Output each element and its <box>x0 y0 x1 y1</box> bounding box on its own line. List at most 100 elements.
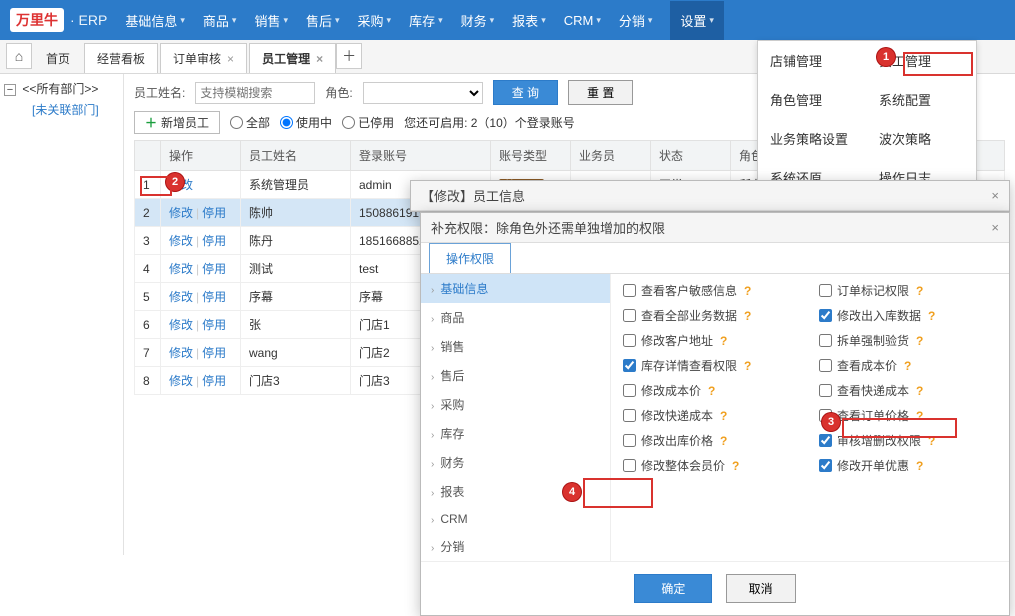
row-action[interactable]: 修改 <box>169 374 193 388</box>
tree-node[interactable]: ›销售 <box>421 332 610 361</box>
cancel-button[interactable]: 取消 <box>726 574 796 603</box>
radio-disabled[interactable]: 已停用 <box>342 114 394 131</box>
help-icon[interactable]: ? <box>916 459 923 473</box>
perm-checkbox[interactable]: 订单标记权限? <box>819 282 997 299</box>
perm-checkbox[interactable]: 修改开单优惠? <box>819 457 997 474</box>
help-icon[interactable]: ? <box>708 384 715 398</box>
select-role[interactable] <box>363 82 483 104</box>
add-tab-icon[interactable]: ＋ <box>336 43 362 69</box>
dd-shop-mgmt[interactable]: 店铺管理 <box>758 41 867 80</box>
nav-dist[interactable]: 分销▾ <box>619 11 653 30</box>
perm-checkbox[interactable]: 查看客户敏感信息? <box>623 282 801 299</box>
close-icon[interactable]: × <box>316 52 323 66</box>
dd-sys-config[interactable]: 系统配置 <box>867 80 976 119</box>
row-action[interactable]: 停用 <box>202 206 226 220</box>
row-action[interactable]: 停用 <box>202 346 226 360</box>
nav-purchase[interactable]: 采购▾ <box>358 11 392 30</box>
nav-stock[interactable]: 库存▾ <box>409 11 443 30</box>
help-icon[interactable]: ? <box>744 284 751 298</box>
perm-checkbox[interactable]: 查看全部业务数据? <box>623 307 801 324</box>
row-action[interactable]: 修改 <box>169 318 193 332</box>
reset-button[interactable]: 重 置 <box>568 80 633 105</box>
nav-basic[interactable]: 基础信息▾ <box>125 11 185 30</box>
close-icon[interactable]: × <box>991 220 999 235</box>
perm-checkbox[interactable]: 审核增删改权限? <box>819 432 997 449</box>
row-action[interactable]: 修改 <box>169 206 193 220</box>
perm-checkbox[interactable]: 修改客户地址? <box>623 332 801 349</box>
tab-op-perm[interactable]: 操作权限 <box>429 243 511 273</box>
tab-dashboard[interactable]: 经营看板 <box>84 43 158 73</box>
home-icon[interactable]: ⌂ <box>6 43 32 69</box>
perm-checkbox[interactable]: 修改出入库数据? <box>819 307 997 324</box>
help-icon[interactable]: ? <box>916 334 923 348</box>
row-action[interactable]: 停用 <box>202 318 226 332</box>
tree-node[interactable]: ›财务 <box>421 448 610 477</box>
add-staff-button[interactable]: ＋新增员工 <box>134 111 220 134</box>
tree-node[interactable]: ›采购 <box>421 390 610 419</box>
help-icon[interactable]: ? <box>928 434 935 448</box>
tree-node[interactable]: ›CRM <box>421 506 610 532</box>
chevron-right-icon: › <box>431 459 434 470</box>
radio-using[interactable]: 使用中 <box>280 114 332 131</box>
help-icon[interactable]: ? <box>732 459 739 473</box>
help-icon[interactable]: ? <box>744 359 751 373</box>
row-action[interactable]: 修改 <box>169 234 193 248</box>
perm-checkbox[interactable]: 查看订单价格? <box>819 407 997 424</box>
tree-node[interactable]: ›分销 <box>421 532 610 561</box>
tab-home[interactable]: 首页 <box>34 44 82 73</box>
perm-checkbox[interactable]: 修改整体会员价? <box>623 457 801 474</box>
tree-node[interactable]: ›基础信息 <box>421 274 610 303</box>
input-name[interactable] <box>195 82 315 104</box>
row-action[interactable]: 停用 <box>202 234 226 248</box>
remaining-label: 您还可启用: 2（10）个登录账号 <box>404 114 575 131</box>
nav-sales[interactable]: 销售▾ <box>254 11 288 30</box>
perm-checkbox[interactable]: 修改成本价? <box>623 382 801 399</box>
tree-node[interactable]: ›商品 <box>421 303 610 332</box>
row-action[interactable]: 停用 <box>202 290 226 304</box>
close-icon[interactable]: × <box>991 188 999 203</box>
perm-checkbox[interactable]: 修改快递成本? <box>623 407 801 424</box>
col-name: 员工姓名 <box>241 141 351 171</box>
dd-biz-policy[interactable]: 业务策略设置 <box>758 119 867 158</box>
perm-checkbox[interactable]: 查看快递成本? <box>819 382 997 399</box>
nav-report[interactable]: 报表▾ <box>512 11 546 30</box>
nav-crm[interactable]: CRM▾ <box>564 11 601 30</box>
help-icon[interactable]: ? <box>720 434 727 448</box>
tab-staff-mgmt[interactable]: 员工管理× <box>249 43 336 73</box>
perm-checkbox[interactable]: 查看成本价? <box>819 357 997 374</box>
row-action[interactable]: 停用 <box>202 374 226 388</box>
row-action[interactable]: 停用 <box>202 262 226 276</box>
dd-role-mgmt[interactable]: 角色管理 <box>758 80 867 119</box>
row-action[interactable]: 修改 <box>169 346 193 360</box>
perm-checkbox[interactable]: 拆单强制验货? <box>819 332 997 349</box>
help-icon[interactable]: ? <box>916 409 923 423</box>
nav-settings[interactable]: 设置▾ <box>670 1 724 40</box>
help-icon[interactable]: ? <box>916 284 923 298</box>
nav-finance[interactable]: 财务▾ <box>461 11 495 30</box>
side-unassigned[interactable]: [未关联部门] <box>4 101 119 118</box>
dialog-extra-perms: 补充权限：除角色外还需单独增加的权限 × 操作权限 ›基础信息›商品›销售›售后… <box>420 212 1010 616</box>
perm-checkbox[interactable]: 修改出库价格? <box>623 432 801 449</box>
row-action[interactable]: 修改 <box>169 290 193 304</box>
perm-checkbox[interactable]: 库存详情查看权限? <box>623 357 801 374</box>
side-all-depts[interactable]: <<所有部门>> <box>22 82 98 96</box>
help-icon[interactable]: ? <box>720 409 727 423</box>
tree-node[interactable]: ›库存 <box>421 419 610 448</box>
tree-node[interactable]: ›报表 <box>421 477 610 506</box>
help-icon[interactable]: ? <box>720 334 727 348</box>
dd-wave-policy[interactable]: 波次策略 <box>867 119 976 158</box>
help-icon[interactable]: ? <box>916 384 923 398</box>
query-button[interactable]: 查 询 <box>493 80 558 105</box>
nav-goods[interactable]: 商品▾ <box>203 11 237 30</box>
help-icon[interactable]: ? <box>928 309 935 323</box>
tab-order-audit[interactable]: 订单审核× <box>160 43 247 73</box>
tree-node[interactable]: ›售后 <box>421 361 610 390</box>
collapse-icon[interactable]: − <box>4 84 16 96</box>
help-icon[interactable]: ? <box>744 309 751 323</box>
help-icon[interactable]: ? <box>904 359 911 373</box>
radio-all[interactable]: 全部 <box>230 114 270 131</box>
row-action[interactable]: 修改 <box>169 262 193 276</box>
close-icon[interactable]: × <box>227 52 234 66</box>
nav-aftersale[interactable]: 售后▾ <box>306 11 340 30</box>
ok-button[interactable]: 确定 <box>634 574 712 603</box>
